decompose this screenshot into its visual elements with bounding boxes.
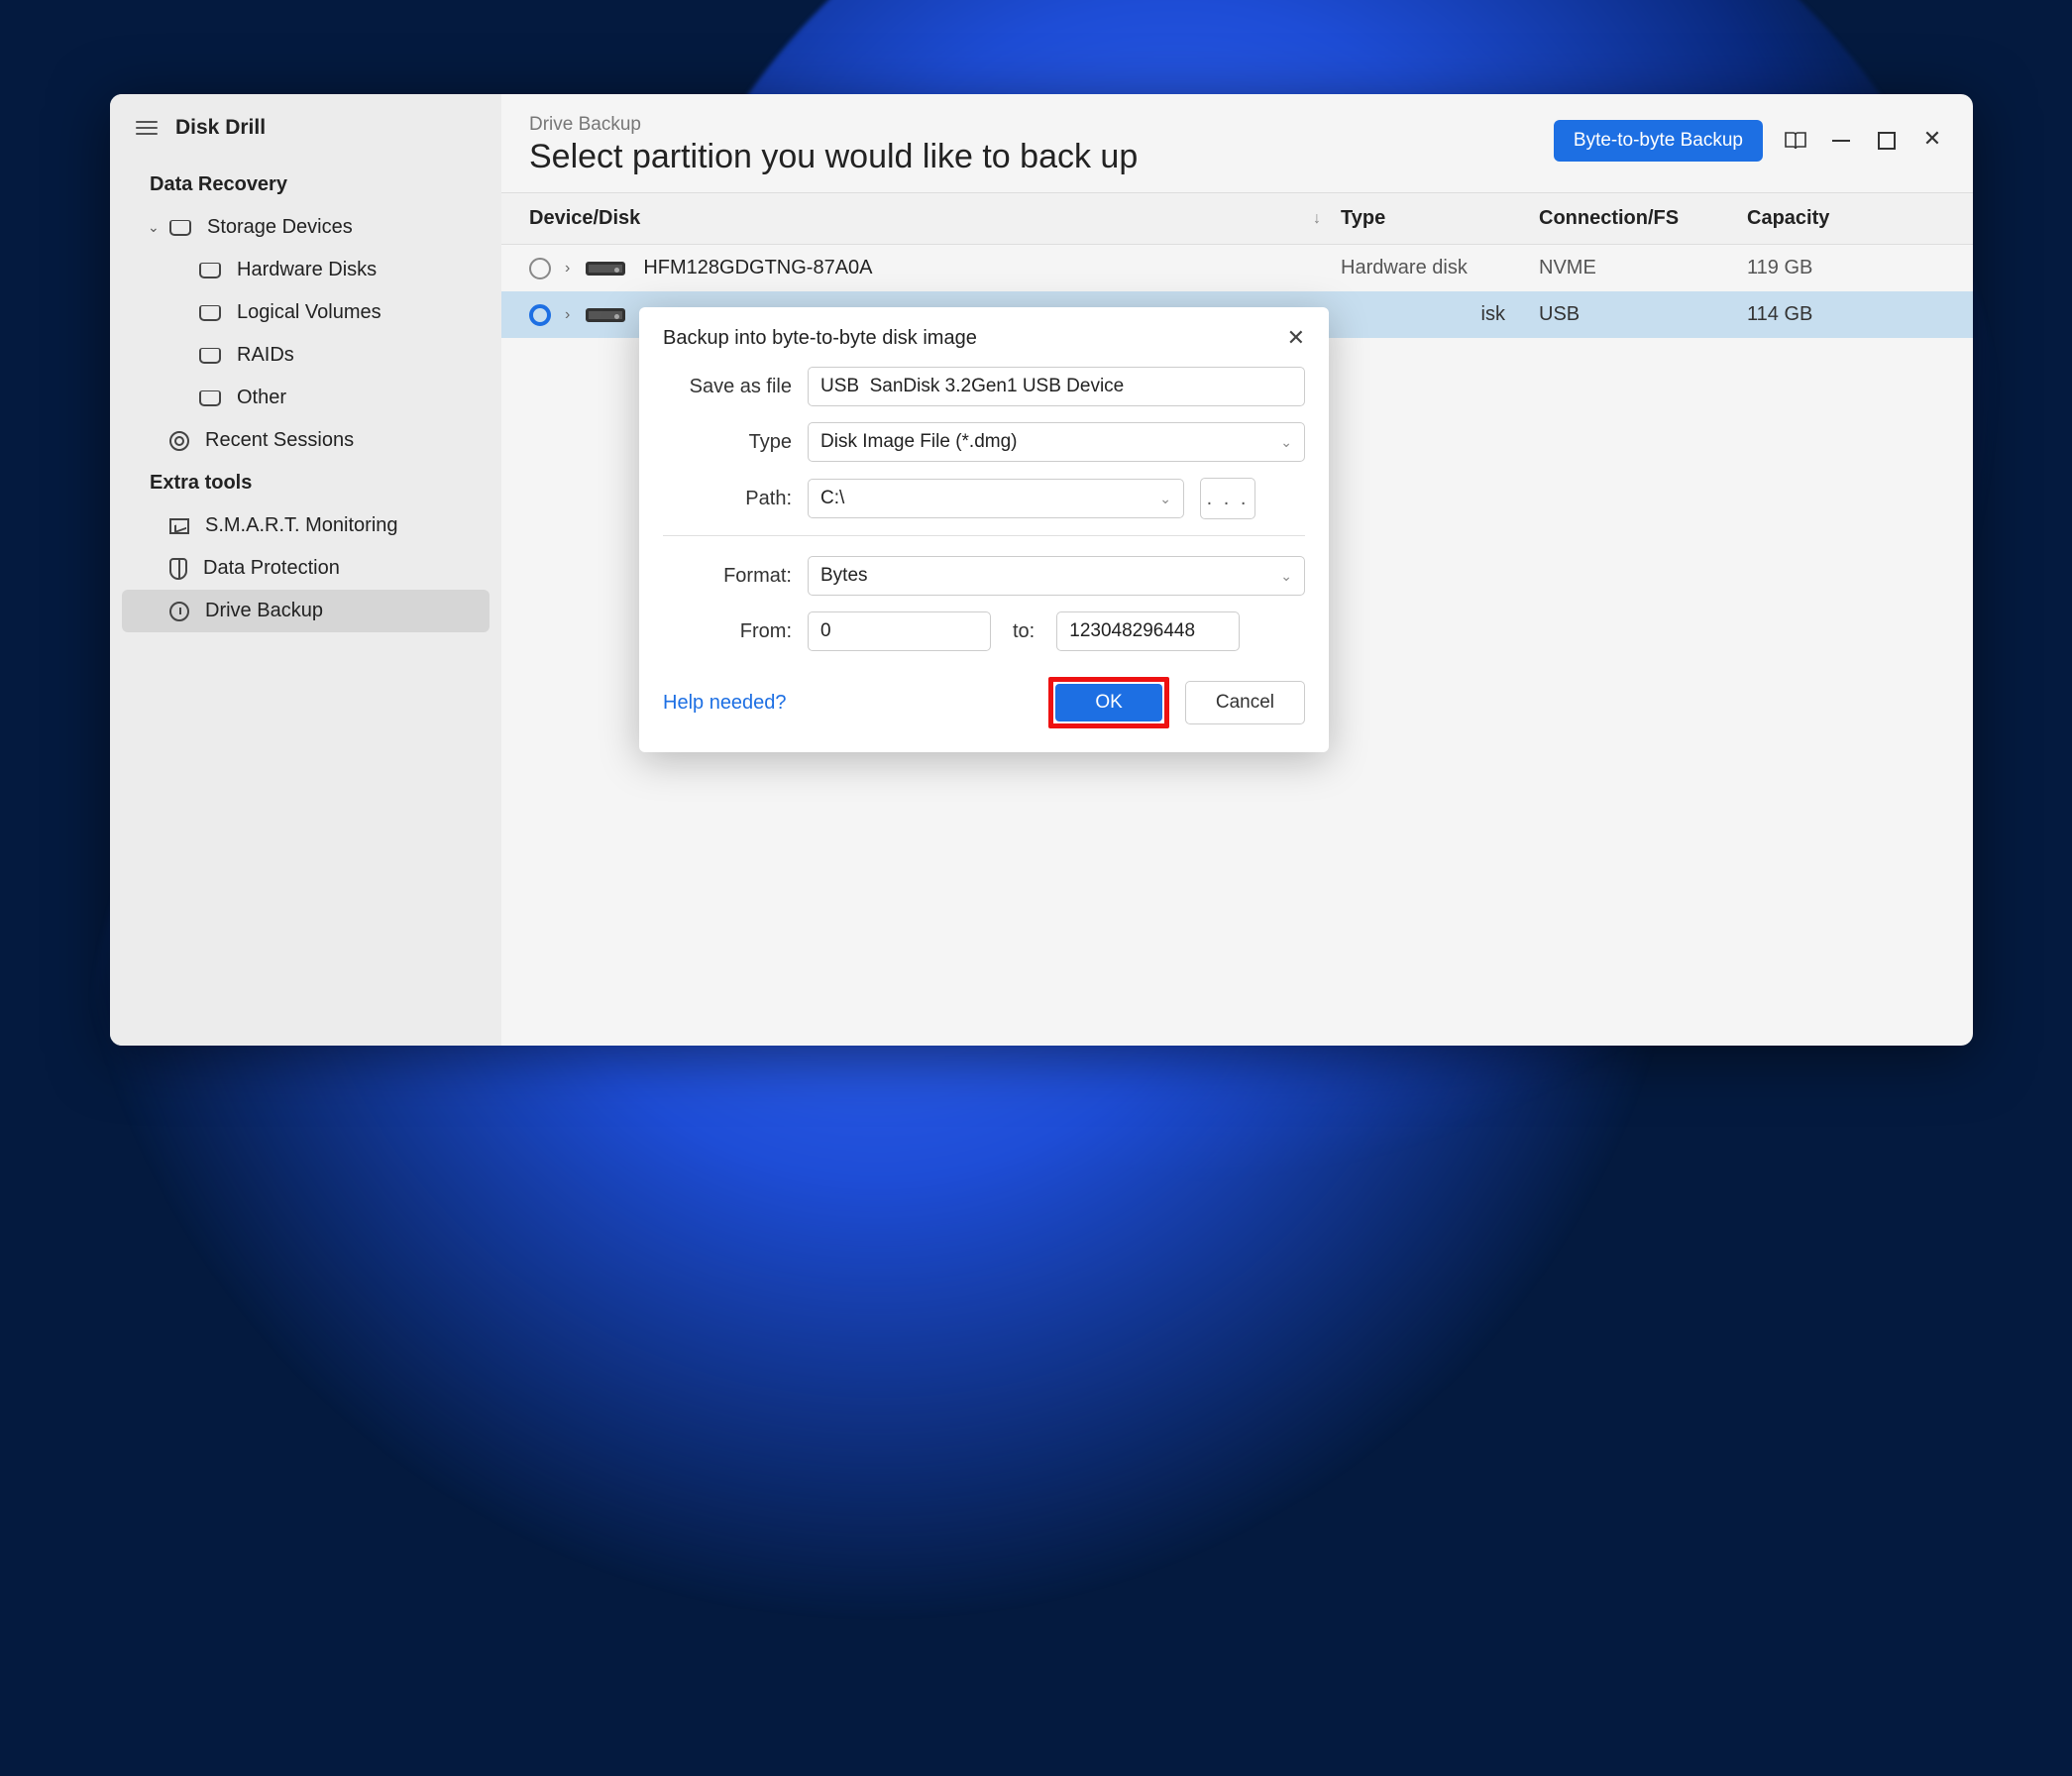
gear-icon xyxy=(169,431,189,451)
sidebar-item-raids[interactable]: RAIDs xyxy=(110,334,501,377)
row-type: isk xyxy=(1341,303,1539,326)
hard-drive-icon xyxy=(586,308,625,322)
drive-icon xyxy=(199,390,221,406)
path-value: C:\ xyxy=(820,488,844,509)
sidebar-item-recent-sessions[interactable]: Recent Sessions xyxy=(110,419,501,462)
ok-button[interactable]: OK xyxy=(1055,684,1161,722)
type-select[interactable]: Disk Image File (*.dmg) ⌄ xyxy=(808,422,1305,462)
sort-arrow-icon: ↓ xyxy=(1313,210,1321,228)
window-maximize-button[interactable] xyxy=(1874,128,1900,154)
backup-dialog: Backup into byte-to-byte disk image ✕ Sa… xyxy=(639,307,1329,752)
section-data-recovery: Data Recovery xyxy=(110,164,501,206)
from-label: From: xyxy=(663,620,792,643)
table-header: Device/Disk ↓ Type Connection/FS Capacit… xyxy=(501,192,1973,245)
drive-icon xyxy=(199,263,221,278)
sidebar-item-logical-volumes[interactable]: Logical Volumes xyxy=(110,291,501,334)
dialog-close-button[interactable]: ✕ xyxy=(1287,325,1305,351)
help-link[interactable]: Help needed? xyxy=(663,692,787,715)
save-as-input[interactable] xyxy=(808,367,1305,406)
app-title: Disk Drill xyxy=(175,116,266,140)
to-input[interactable] xyxy=(1056,611,1240,651)
window-close-button[interactable]: ✕ xyxy=(1919,128,1945,154)
sidebar-item-label: Data Protection xyxy=(203,557,340,580)
sidebar-header: Disk Drill xyxy=(110,116,501,164)
column-label: Device/Disk xyxy=(529,207,640,230)
from-input[interactable] xyxy=(808,611,991,651)
format-select[interactable]: Bytes ⌄ xyxy=(808,556,1305,596)
format-value: Bytes xyxy=(820,565,868,587)
type-value: Disk Image File (*.dmg) xyxy=(820,431,1018,453)
window-minimize-button[interactable] xyxy=(1828,128,1854,154)
hamburger-icon[interactable] xyxy=(136,121,158,135)
sidebar-item-smart[interactable]: S.M.A.R.T. Monitoring xyxy=(110,504,501,547)
table-row[interactable]: › HFM128GDGTNG-87A0A Hardware disk NVME … xyxy=(501,245,1973,291)
chart-icon xyxy=(169,518,189,534)
byte-to-byte-backup-button[interactable]: Byte-to-byte Backup xyxy=(1554,120,1763,162)
browse-button[interactable]: . . . xyxy=(1200,478,1255,519)
path-select[interactable]: C:\ ⌄ xyxy=(808,479,1184,518)
shield-icon xyxy=(169,558,187,580)
sidebar-item-label: Other xyxy=(237,387,286,409)
chevron-down-icon: ⌄ xyxy=(1280,434,1292,451)
drive-icon xyxy=(199,305,221,321)
path-label: Path: xyxy=(663,488,792,510)
row-capacity: 114 GB xyxy=(1747,303,1945,326)
book-icon[interactable] xyxy=(1783,128,1808,154)
save-as-label: Save as file xyxy=(663,376,792,398)
sidebar: Disk Drill Data Recovery ⌄ Storage Devic… xyxy=(110,94,501,1046)
sidebar-item-data-protection[interactable]: Data Protection xyxy=(110,547,501,590)
sidebar-item-storage-devices[interactable]: ⌄ Storage Devices xyxy=(110,206,501,249)
format-label: Format: xyxy=(663,565,792,588)
page-title: Select partition you would like to back … xyxy=(529,138,1554,176)
row-connection: NVME xyxy=(1539,257,1747,279)
sidebar-item-drive-backup[interactable]: Drive Backup xyxy=(122,590,490,632)
drive-icon xyxy=(199,348,221,364)
dialog-title: Backup into byte-to-byte disk image xyxy=(663,327,977,350)
chevron-down-icon: ⌄ xyxy=(1159,491,1171,507)
chevron-right-icon[interactable]: › xyxy=(565,306,570,324)
drive-icon xyxy=(169,220,191,236)
sidebar-item-label: RAIDs xyxy=(237,344,294,367)
sidebar-item-hardware-disks[interactable]: Hardware Disks xyxy=(110,249,501,291)
column-connection[interactable]: Connection/FS xyxy=(1539,207,1747,230)
radio-checked-icon[interactable] xyxy=(529,304,551,326)
chevron-right-icon[interactable]: › xyxy=(565,260,570,278)
sidebar-item-label: Drive Backup xyxy=(205,600,323,622)
row-device-name: HFM128GDGTNG-87A0A xyxy=(643,257,1341,279)
row-connection: USB xyxy=(1539,303,1747,326)
ok-highlight: OK xyxy=(1048,677,1168,728)
sidebar-item-other[interactable]: Other xyxy=(110,377,501,419)
type-label: Type xyxy=(663,431,792,454)
divider xyxy=(663,535,1305,536)
top-bar: Drive Backup Select partition you would … xyxy=(501,94,1973,192)
hard-drive-icon xyxy=(586,262,625,276)
chevron-down-icon: ⌄ xyxy=(1280,568,1292,585)
sidebar-item-label: Logical Volumes xyxy=(237,301,382,324)
sidebar-item-label: Storage Devices xyxy=(207,216,353,239)
row-capacity: 119 GB xyxy=(1747,257,1945,279)
cancel-button[interactable]: Cancel xyxy=(1185,681,1305,724)
chevron-down-icon: ⌄ xyxy=(148,219,160,236)
section-extra-tools: Extra tools xyxy=(110,462,501,504)
radio-unchecked-icon[interactable] xyxy=(529,258,551,279)
sidebar-item-label: S.M.A.R.T. Monitoring xyxy=(205,514,398,537)
sidebar-item-label: Hardware Disks xyxy=(237,259,377,281)
to-label: to: xyxy=(1007,620,1040,643)
column-capacity[interactable]: Capacity xyxy=(1747,207,1945,230)
column-device[interactable]: Device/Disk ↓ xyxy=(529,207,1341,230)
breadcrumb: Drive Backup xyxy=(529,114,1554,136)
sidebar-item-label: Recent Sessions xyxy=(205,429,354,452)
row-type: Hardware disk xyxy=(1341,257,1539,279)
history-icon xyxy=(169,602,189,621)
column-type[interactable]: Type xyxy=(1341,207,1539,230)
